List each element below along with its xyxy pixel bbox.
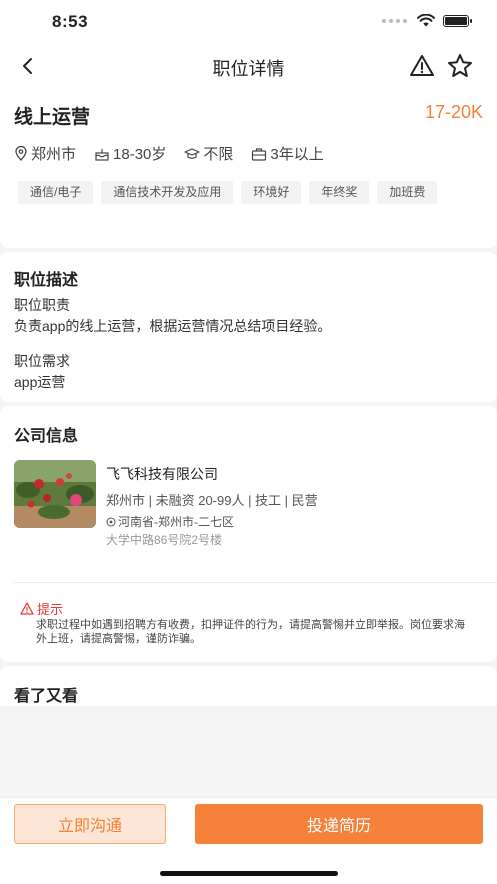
duty-text: 负责app的线上运营，根据运营情况总结项目经验。 xyxy=(14,318,332,334)
job-description-card: 职位描述 职位职责 负责app的线上运营，根据运营情况总结项目经验。 职位需求 … xyxy=(0,252,497,402)
location-icon xyxy=(106,517,116,526)
submit-resume-button[interactable]: 投递简历 xyxy=(195,804,483,844)
location-pin-icon xyxy=(15,146,27,161)
company-name[interactable]: 飞飞科技有限公司 xyxy=(106,464,218,484)
tip-header: 提示 xyxy=(20,599,63,618)
status-time: 8:53 xyxy=(52,12,89,31)
job-location-text: 郑州市 xyxy=(31,146,77,163)
job-age-text: 18-30岁 xyxy=(113,146,167,163)
company-logo[interactable] xyxy=(14,460,96,528)
requirement-text: app运营 xyxy=(14,374,66,390)
related-jobs-card: 看了又看 xyxy=(0,666,497,706)
warning-icon xyxy=(20,602,34,615)
favorite-star-icon[interactable] xyxy=(446,52,474,80)
graduation-cap-icon xyxy=(184,147,200,159)
battery-icon xyxy=(443,14,472,27)
signal-icon xyxy=(382,18,407,23)
job-location: 郑州市 xyxy=(14,143,76,164)
job-age: 18-30岁 xyxy=(94,143,166,164)
job-tag: 通信技术开发及应用 xyxy=(101,181,234,204)
chat-now-button[interactable]: 立即沟通 xyxy=(14,804,166,844)
company-meta: 郑州市 | 未融资 20-99人 | 技工 | 民营 xyxy=(106,493,318,508)
job-tag: 环境好 xyxy=(241,181,302,204)
job-tag: 年终奖 xyxy=(309,181,370,204)
section-title: 公司信息 xyxy=(14,428,79,445)
job-education: 不限 xyxy=(184,143,233,164)
section-title: 职位描述 xyxy=(14,272,79,289)
job-tags: 通信/电子 通信技术开发及应用 环境好 年终奖 加班费 xyxy=(18,181,488,204)
job-experience: 3年以上 xyxy=(251,143,324,164)
status-bar: 8:53 xyxy=(0,0,497,44)
job-tag: 加班费 xyxy=(377,181,438,204)
company-address-detail: 大学中路86号院2号楼 xyxy=(106,533,223,547)
company-address-text: 河南省-郑州市-二七区 xyxy=(118,515,234,529)
job-meta: 郑州市 18-30岁 不限 3年以上 xyxy=(14,143,342,164)
company-info-card: 公司信息 飞飞科技有限公司 郑州市 | 未融资 20-99人 | 技工 | 民营… xyxy=(0,406,497,662)
status-icons xyxy=(382,14,472,27)
briefcase-icon xyxy=(252,147,267,161)
job-title: 线上运营 xyxy=(14,107,91,128)
section-title: 看了又看 xyxy=(14,688,79,705)
job-summary-card: 线上运营 17-20K 郑州市 18-30岁 不限 3年以上 通信/电子 通信技… xyxy=(0,88,497,248)
cake-icon xyxy=(95,148,109,161)
job-tag: 通信/电子 xyxy=(18,181,94,204)
tip-title: 提示 xyxy=(37,602,64,617)
job-education-text: 不限 xyxy=(203,146,234,163)
salary: 17-20K xyxy=(424,102,483,122)
job-experience-text: 3年以上 xyxy=(270,146,324,163)
nav-bar: 职位详情 xyxy=(0,44,497,88)
report-warning-icon[interactable] xyxy=(408,53,436,79)
requirement-label: 职位需求 xyxy=(14,353,70,369)
wifi-icon xyxy=(417,14,435,27)
divider xyxy=(14,582,497,583)
home-indicator xyxy=(160,871,338,876)
company-address: 河南省-郑州市-二七区 xyxy=(106,513,234,530)
tip-text: 求职过程中如遇到招聘方有收费，扣押证件的行为，请提高警惕并立即举报。岗位要求海外… xyxy=(36,619,465,645)
bottom-action-bar: 立即沟通 投递简历 xyxy=(0,797,497,884)
duty-label: 职位职责 xyxy=(14,297,70,313)
